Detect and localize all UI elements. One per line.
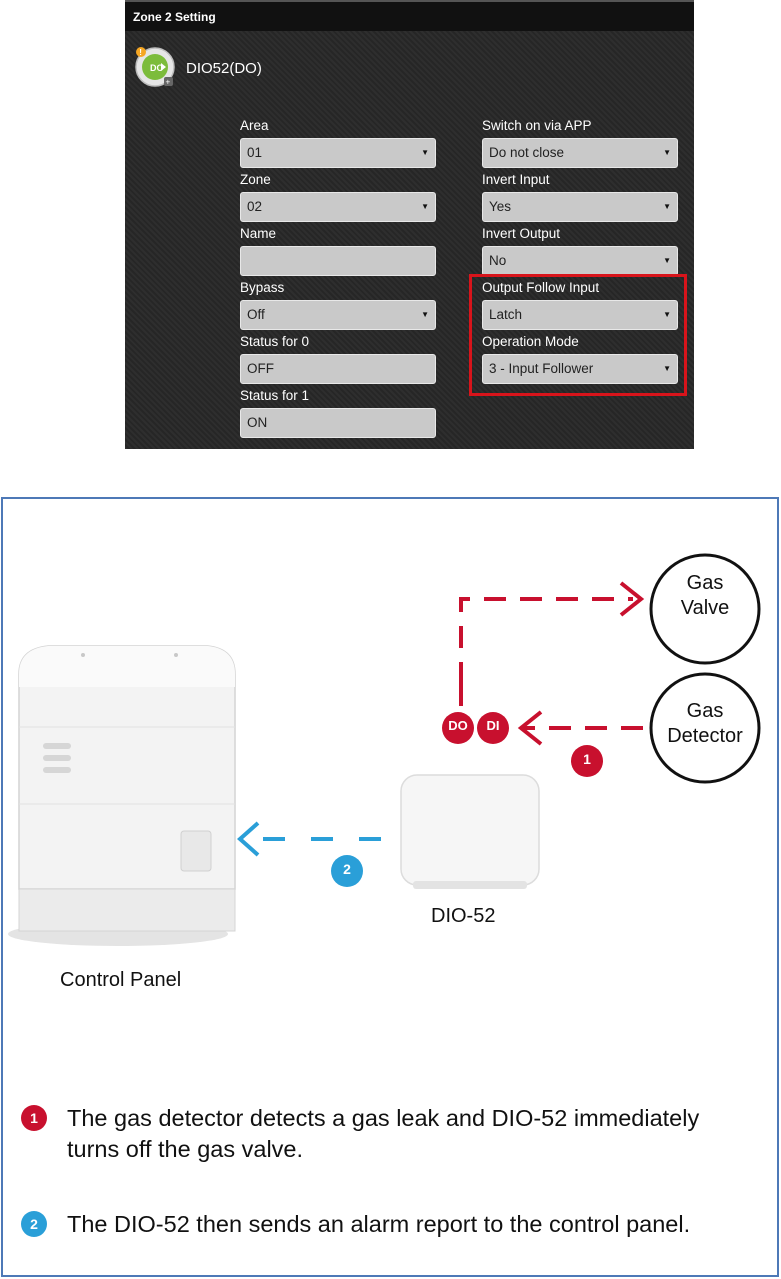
area-value: 01	[247, 145, 263, 160]
bypass-value: Off	[247, 307, 265, 322]
red-flow	[459, 597, 643, 730]
chevron-down-icon: ▼	[421, 148, 429, 157]
gas-valve-line1: Gas	[686, 572, 724, 594]
dio52-caption: DIO-52	[431, 905, 496, 927]
status1-label: Status for 1	[240, 388, 310, 403]
bypass-select[interactable]: Off ▼	[240, 300, 436, 330]
highlight-box	[469, 274, 687, 396]
chevron-down-icon: ▼	[663, 256, 671, 265]
do-module-icon: DO ! +	[135, 47, 175, 87]
switch-on-app-label: Switch on via APP	[482, 118, 592, 133]
device-title: DIO52(DO)	[186, 60, 262, 77]
status0-value: OFF	[247, 361, 274, 376]
invert-output-value: No	[489, 253, 507, 268]
panel-title: Zone 2 Setting	[125, 2, 694, 31]
gas-valve-label: Gas Valve	[651, 571, 759, 621]
chevron-down-icon: ▼	[421, 310, 429, 319]
zone-select[interactable]: 02 ▼	[240, 192, 436, 222]
zone-label: Zone	[240, 172, 271, 187]
workflow-diagram: Gas Valve Gas Detector DO DI 1 2 DIO-52 …	[1, 497, 779, 1277]
switch-on-app-value: Do not close	[489, 145, 565, 160]
invert-input-value: Yes	[489, 199, 512, 214]
status0-input[interactable]: OFF	[240, 354, 436, 384]
zone-setting-panel: Zone 2 Setting DO ! + DIO52(DO) Area 01 ▼…	[125, 0, 694, 449]
switch-on-app-select[interactable]: Do not close ▼	[482, 138, 678, 168]
note2-number: 2	[21, 1211, 47, 1237]
step2-badge-text: 2	[343, 861, 351, 877]
chevron-down-icon: ▼	[663, 148, 671, 157]
area-label: Area	[240, 118, 269, 133]
do-badge-text: DO	[448, 718, 468, 733]
invert-input-label: Invert Input	[482, 172, 550, 187]
status1-value: ON	[247, 415, 268, 430]
zone-value: 02	[247, 199, 263, 214]
gas-detector-label: Gas Detector	[651, 699, 759, 749]
name-input[interactable]	[240, 246, 436, 276]
chevron-down-icon: ▼	[421, 202, 429, 211]
chevron-down-icon: ▼	[663, 202, 671, 211]
note2-text: The DIO-52 then sends an alarm report to…	[67, 1211, 691, 1237]
di-badge-text: DI	[486, 718, 500, 733]
gas-detector-line1: Gas	[686, 700, 724, 722]
area-select[interactable]: 01 ▼	[240, 138, 436, 168]
note1-number: 1	[21, 1105, 47, 1131]
control-panel-image	[8, 645, 236, 946]
invert-output-select[interactable]: No ▼	[482, 246, 678, 276]
note1-text: The gas detector detects a gas leak and …	[67, 1105, 700, 1162]
status0-label: Status for 0	[240, 334, 310, 349]
step1-badge-text: 1	[583, 751, 591, 767]
left-settings-column: Area 01 ▼ Zone 02 ▼ Name Bypass Off ▼ Statu…	[240, 114, 436, 438]
control-panel-caption: Control Panel	[60, 969, 182, 991]
svg-text:!: !	[139, 48, 142, 57]
name-label: Name	[240, 226, 277, 241]
gas-detector-line2: Detector	[667, 725, 743, 747]
dio52-device-image	[400, 774, 540, 889]
arrow-to-panel	[236, 821, 260, 857]
bypass-label: Bypass	[240, 280, 285, 295]
svg-text:+: +	[166, 78, 171, 87]
invert-output-label: Invert Output	[482, 226, 561, 241]
status1-input[interactable]: ON	[240, 408, 436, 438]
invert-input-select[interactable]: Yes ▼	[482, 192, 678, 222]
gas-valve-line2: Valve	[680, 597, 730, 619]
